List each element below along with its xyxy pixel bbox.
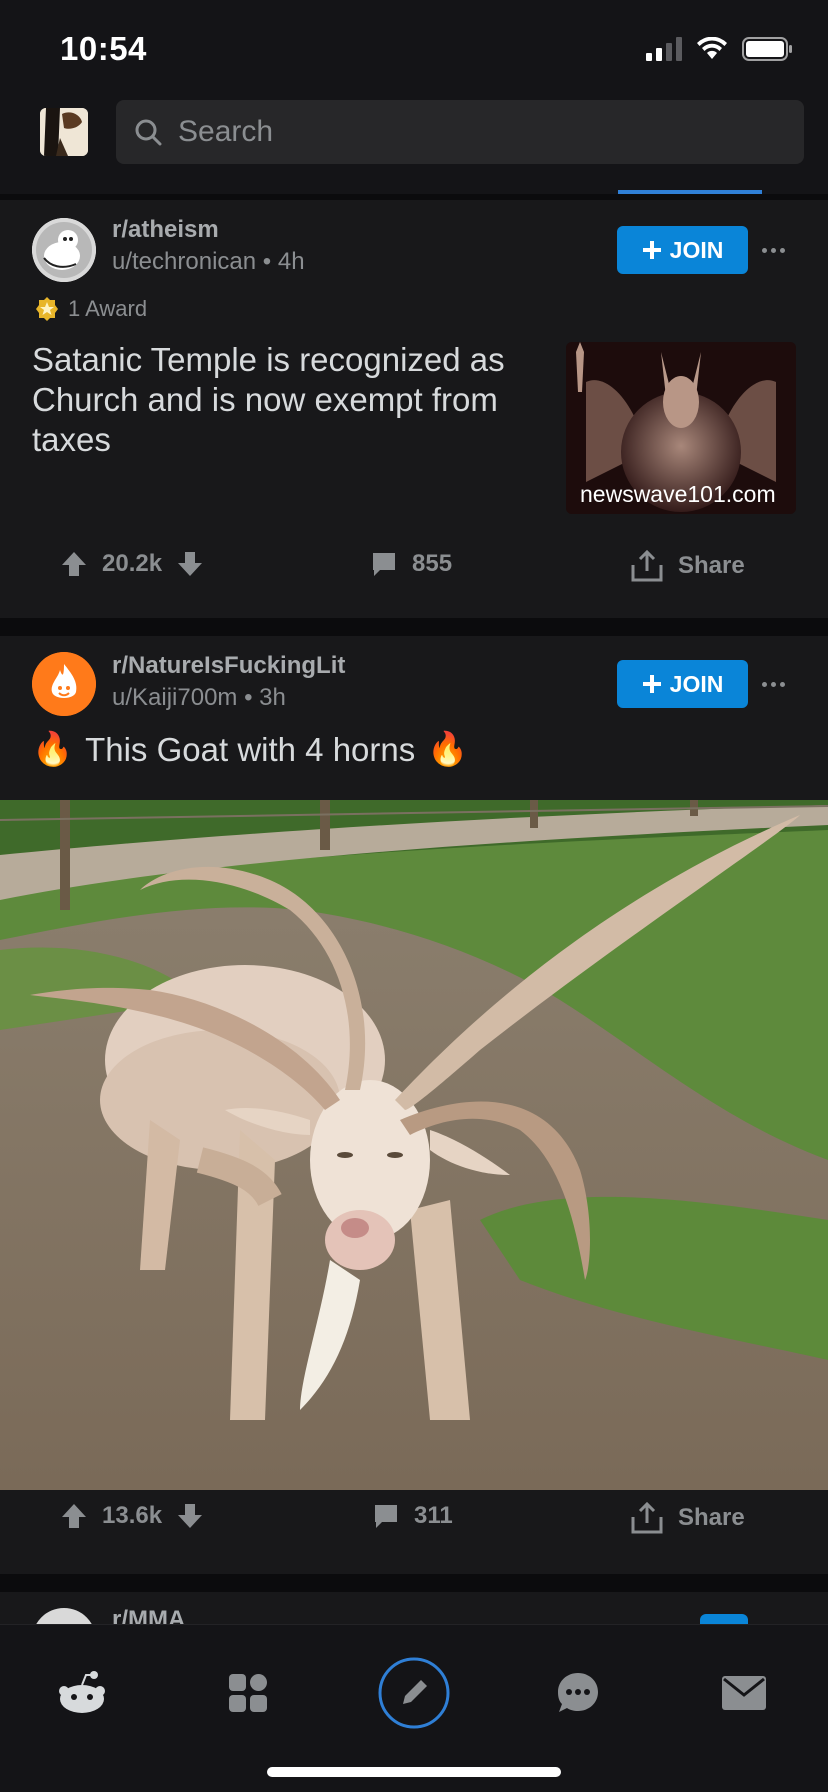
post-author[interactable]: u/techronican [112,248,256,275]
vote-group: 13.6k [60,1502,204,1530]
comment-count: 855 [412,550,453,577]
status-bar: 10:54 [0,0,828,90]
post-card[interactable]: r/NatureIsFuckingLit u/Kaiji700m • 3h JO… [0,636,828,1574]
plus-icon [642,675,661,693]
comments-button[interactable]: 311 [372,1502,453,1530]
award-badge[interactable]: 1 Award [34,296,147,322]
home-indicator [267,1767,561,1777]
subreddit-name[interactable]: r/MMA [112,1606,185,1624]
downvote-icon[interactable] [176,1502,204,1530]
battery-icon [742,37,792,61]
top-header: Search [0,90,828,194]
status-icons [646,36,794,62]
join-button[interactable] [700,1614,748,1624]
community-avatar[interactable] [32,652,96,716]
post-meta: u/techronican • 4h [112,248,305,276]
more-options-icon[interactable] [762,679,790,689]
inbox-icon [722,1676,766,1710]
join-button[interactable]: JOIN [617,660,748,708]
subreddit-name[interactable]: r/atheism [112,216,219,244]
search-icon [135,119,162,146]
meta-separator: • [244,684,260,711]
post-title[interactable]: 🔥 This Goat with 4 horns 🔥 [32,730,468,769]
plus-icon [642,241,661,259]
thumbnail-domain: newswave101.com [580,481,776,507]
post-title[interactable]: Satanic Temple is recognized as Church a… [32,340,532,460]
more-options-icon[interactable] [762,245,790,255]
share-label: Share [678,552,745,579]
fire-emoji-icon: 🔥 [32,730,74,767]
post-actions: 13.6k 311 Share [0,1502,828,1562]
status-time: 10:54 [60,30,147,67]
feed[interactable]: r/atheism u/techronican • 4h JOIN 1 Awar… [0,200,828,1624]
meta-separator: • [262,248,278,275]
join-label: JOIN [669,670,724,697]
search-placeholder: Search [178,115,274,148]
join-label: JOIN [669,236,724,263]
comments-button[interactable]: 855 [370,550,452,578]
comment-icon [373,553,395,576]
post-meta: u/Kaiji700m • 3h [112,684,286,712]
post-age: 3h [259,684,286,711]
subreddit-name[interactable]: r/NatureIsFuckingLit [112,652,345,680]
nav-inbox[interactable] [704,1653,784,1733]
post-card[interactable]: r/atheism u/techronican • 4h JOIN 1 Awar… [0,200,828,618]
share-label: Share [678,1504,745,1531]
post-author[interactable]: u/Kaiji700m [112,684,237,711]
downvote-icon[interactable] [176,550,204,578]
post-title-text: This Goat with 4 horns [85,730,416,768]
post-age: 4h [277,248,305,275]
vote-group: 20.2k [60,550,204,578]
user-avatar[interactable] [40,108,88,156]
feed-tab-indicator [618,190,762,194]
fire-emoji-icon: 🔥 [427,730,469,767]
award-count: 1 Award [68,296,148,321]
join-button[interactable]: JOIN [617,226,748,274]
post-card[interactable]: r/MMA [0,1592,828,1624]
bottom-nav [0,1624,828,1792]
create-post-icon [378,1657,450,1729]
nav-communities[interactable] [208,1653,288,1733]
post-image[interactable] [0,800,828,1490]
upvote-icon[interactable] [60,1502,88,1530]
community-avatar[interactable] [32,1608,96,1624]
share-button[interactable]: Share [630,1502,745,1534]
nav-chat[interactable] [538,1653,618,1733]
share-button[interactable]: Share [630,550,745,582]
upvote-count: 13.6k [102,1502,163,1529]
home-icon [59,1671,105,1713]
nav-home[interactable] [42,1653,122,1733]
app-root: 10:54 Search r/atheism u/techronican • 4… [0,0,828,1792]
share-icon [631,1502,663,1534]
share-icon [631,550,663,582]
upvote-count: 20.2k [102,550,163,577]
signal-icon [646,37,682,61]
community-avatar[interactable] [32,218,96,282]
link-thumbnail[interactable]: newswave101.com [566,342,796,514]
upvote-icon[interactable] [60,550,88,578]
chat-icon [558,1673,598,1712]
comment-count: 311 [414,1502,453,1529]
nav-create-post[interactable] [374,1653,454,1733]
award-icon [36,297,58,321]
search-input[interactable]: Search [116,100,804,164]
comment-icon [375,1505,397,1528]
post-actions: 20.2k 855 Share [0,550,828,610]
communities-icon [229,1674,267,1712]
wifi-icon [697,37,727,59]
